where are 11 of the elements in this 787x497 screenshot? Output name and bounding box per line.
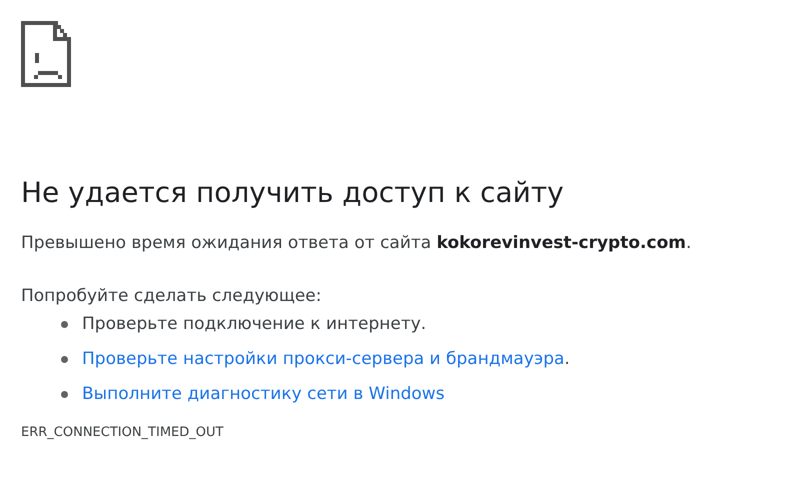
suggestion-link[interactable]: Проверьте настройки прокси-сервера и брандмауэра [82,349,564,369]
bullet-icon [61,390,68,398]
suggestion-item: Проверьте подключение к интернету. [82,313,426,336]
suggestion-item: Проверьте настройки прокси-сервера и брандмауэра. [82,348,570,371]
suggestion-link[interactable]: Выполните диагностику сети в Windows [82,382,445,406]
error-heading: Не удается получить доступ к сайту [21,175,565,211]
error-description: Превышено время ожидания ответа от сайта kokorevinvest-crypto.com. [21,232,692,255]
suggestions-title: Попробуйте сделать следующее: [21,285,322,308]
bullet-icon [61,320,68,328]
error-code: ERR_CONNECTION_TIMED_OUT [21,425,224,440]
bullet-icon [61,356,68,362]
